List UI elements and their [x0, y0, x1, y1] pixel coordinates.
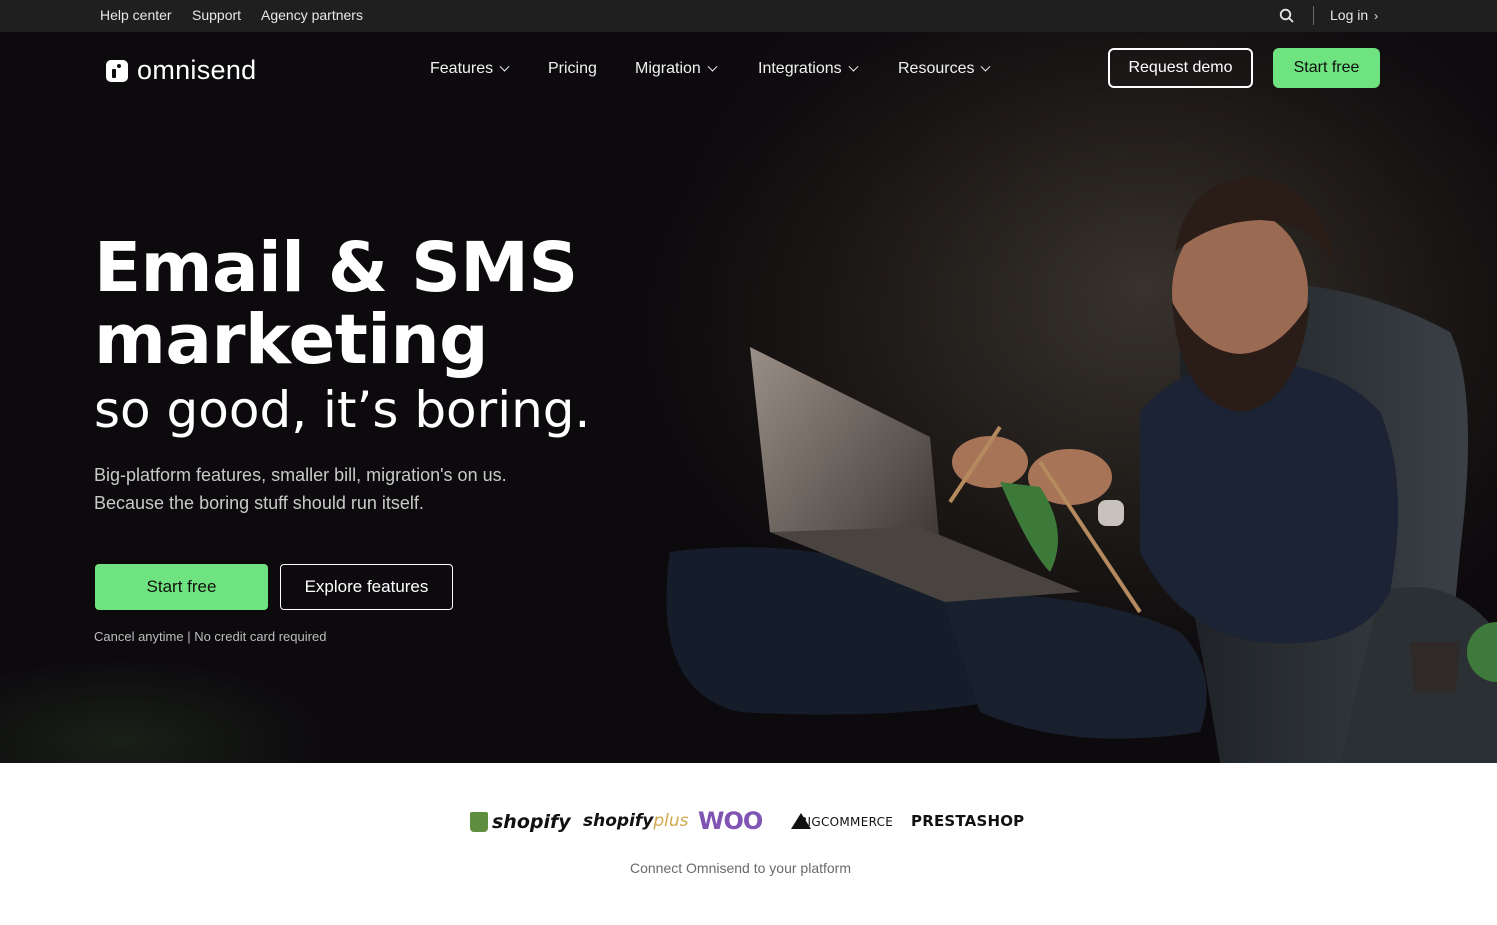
prestashop-logo: PRESTASHOP [911, 812, 1025, 830]
hero-photo-man-knitting [620, 32, 1497, 763]
omnisend-logo-mark [106, 59, 128, 82]
woo-logo: WOO [698, 807, 763, 835]
shopify-plus-logo-text: shopify [583, 811, 654, 831]
utility-bar: Help center Support Agency partners Log … [0, 0, 1497, 32]
search-icon[interactable] [1278, 7, 1296, 25]
nav-migration[interactable]: Migration [635, 60, 718, 78]
shopify-plus-suffix: plus [653, 811, 689, 831]
hero-subtext-line2: Because the boring stuff should run itse… [94, 493, 424, 513]
nav-pricing-label: Pricing [548, 60, 597, 77]
start-free-nav-button[interactable]: Start free [1273, 48, 1380, 88]
chevron-down-icon [707, 61, 718, 72]
agency-partners-link[interactable]: Agency partners [261, 7, 363, 23]
start-free-button[interactable]: Start free [95, 564, 268, 610]
chevron-down-icon [499, 61, 510, 72]
login-link[interactable]: Log in › [1330, 7, 1378, 23]
hero-subtext-line1: Big-platform features, smaller bill, mig… [94, 465, 507, 485]
shopify-logo: shopify [470, 811, 571, 833]
nav-features[interactable]: Features [430, 60, 510, 78]
omnisend-logo[interactable]: omnisend [106, 55, 256, 86]
nav-pricing[interactable]: Pricing [548, 60, 597, 78]
chevron-down-icon [848, 61, 859, 72]
hero-note: Cancel anytime | No credit card required [94, 629, 327, 644]
nav-features-label: Features [430, 60, 494, 77]
nav-resources[interactable]: Resources [898, 60, 991, 78]
login-label: Log in [1330, 7, 1369, 23]
request-demo-button[interactable]: Request demo [1108, 48, 1253, 88]
shopify-bag-icon [470, 812, 488, 832]
nav-resources-label: Resources [898, 60, 975, 77]
shopify-plus-logo: shopifyplus [583, 811, 689, 831]
platforms-caption: Connect Omnisend to your platform [630, 860, 851, 876]
bigcommerce-logo-text: BIGCOMMERCE [799, 815, 894, 829]
platform-logos-section: shopify shopifyplus WOO BIGCOMMERCE PRES… [0, 763, 1497, 925]
support-link[interactable]: Support [192, 7, 241, 23]
explore-features-button[interactable]: Explore features [280, 564, 453, 610]
chevron-right-icon: › [1374, 9, 1379, 23]
hero-headline-line1: Email & SMS [94, 228, 578, 308]
nav-integrations[interactable]: Integrations [758, 60, 859, 78]
chevron-down-icon [981, 61, 991, 72]
topbar-divider [1313, 6, 1314, 25]
bigcommerce-logo: BIGCOMMERCE [791, 813, 893, 829]
hero-headline-line2: marketing [94, 300, 488, 380]
hero-headline-line3: so good, it’s boring. [94, 381, 591, 439]
help-center-link[interactable]: Help center [100, 7, 172, 23]
nav-integrations-label: Integrations [758, 60, 842, 77]
shopify-logo-text: shopify [492, 811, 571, 833]
brand-name: omnisend [137, 55, 257, 85]
hero-subtext: Big-platform features, smaller bill, mig… [94, 461, 507, 517]
nav-migration-label: Migration [635, 60, 701, 77]
